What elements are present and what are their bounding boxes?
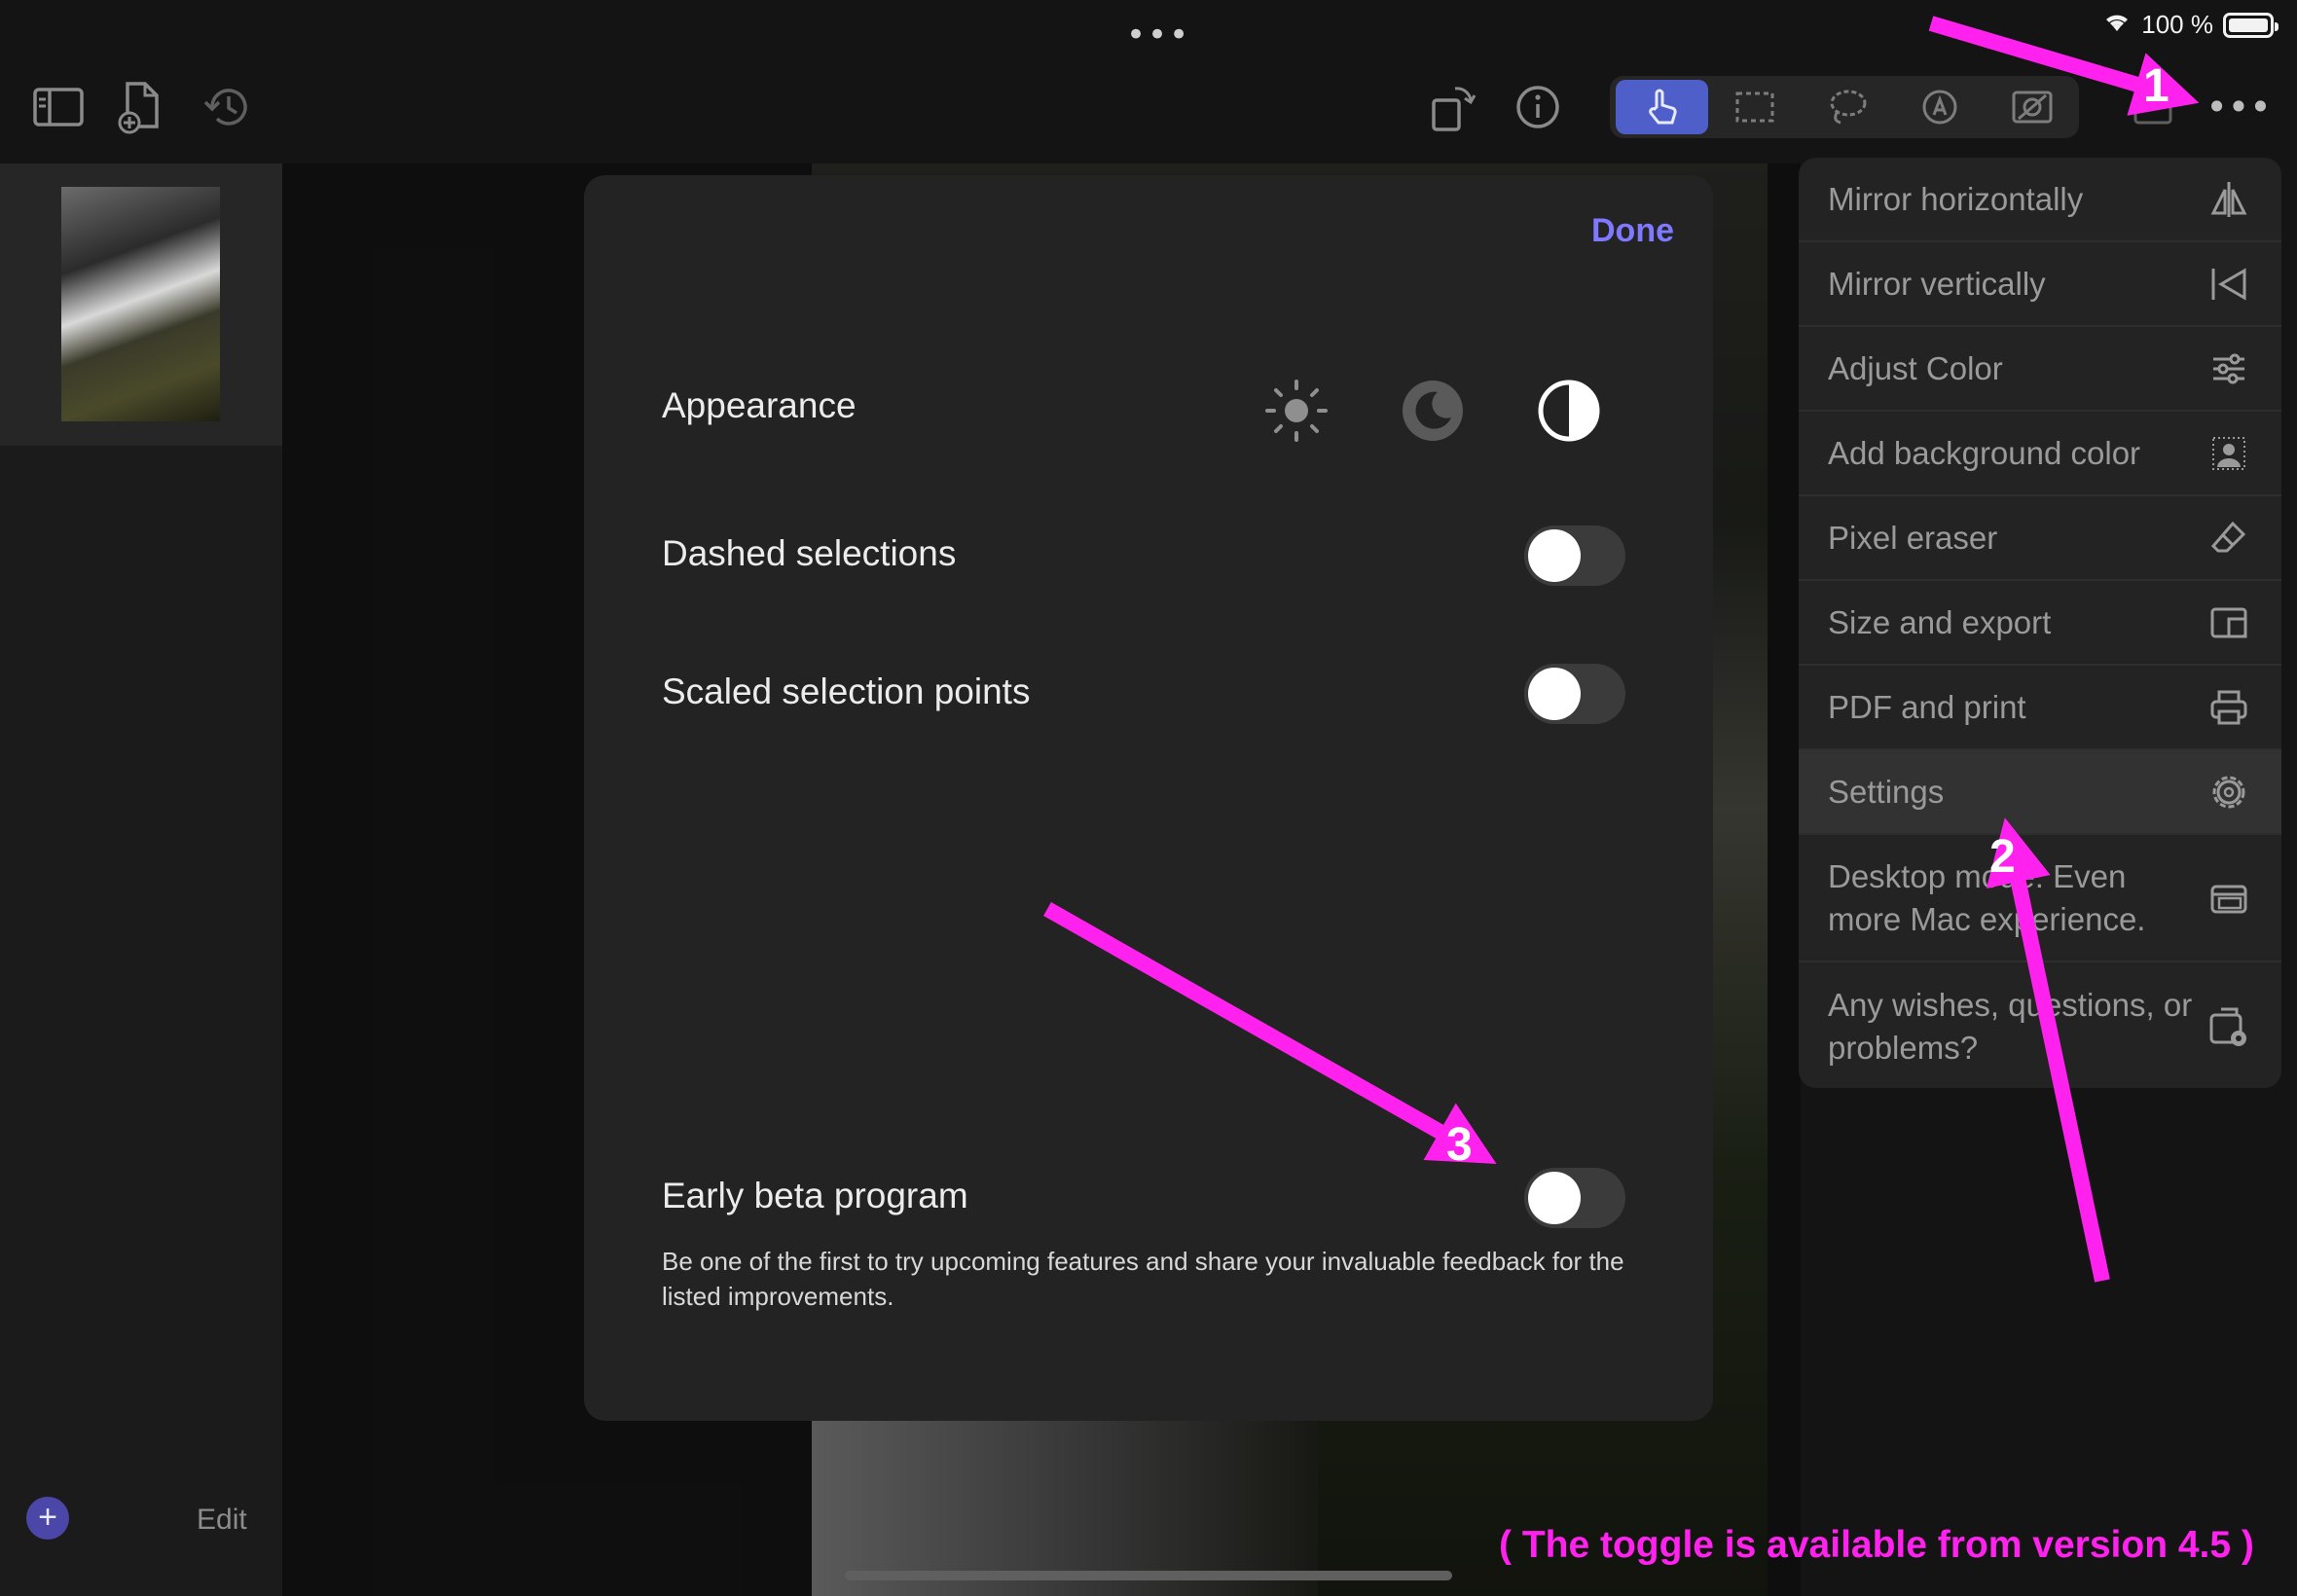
battery-icon <box>2223 12 2279 38</box>
rect-select-icon[interactable] <box>1708 80 1801 134</box>
new-document-icon[interactable] <box>112 78 170 136</box>
tool-selector <box>1610 76 2079 138</box>
info-icon[interactable] <box>1509 78 1567 136</box>
menu-item-size-and-export[interactable]: Size and export <box>1799 581 2281 666</box>
menu-item-mirror-horizontally[interactable]: Mirror horizontally <box>1799 158 2281 242</box>
dashed-selections-label: Dashed selections <box>662 533 957 573</box>
wifi-icon <box>2102 10 2132 40</box>
gear-icon <box>2207 771 2250 814</box>
layout-icon[interactable] <box>2124 78 2182 136</box>
markup-icon[interactable] <box>1894 80 1987 134</box>
beta-program-toggle[interactable] <box>1524 1168 1625 1228</box>
rotate-icon[interactable] <box>1426 78 1484 136</box>
touch-tool-icon[interactable] <box>1616 80 1709 134</box>
dashed-selections-toggle[interactable] <box>1524 526 1625 586</box>
beta-program-description: Be one of the first to try upcoming feat… <box>662 1247 1624 1311</box>
status-bar-right: 100 % <box>2102 10 2279 40</box>
menu-item-mirror-vertically[interactable]: Mirror vertically <box>1799 242 2281 327</box>
battery-percent: 100 % <box>2141 10 2213 39</box>
mirror-horizontal-icon <box>2207 178 2250 221</box>
canvas-scrollbar[interactable] <box>845 1571 1452 1580</box>
background-person-icon <box>2207 432 2250 475</box>
more-menu: Mirror horizontally Mirror vertically Ad… <box>1799 158 2281 1088</box>
menu-item-pixel-eraser[interactable]: Pixel eraser <box>1799 496 2281 581</box>
toggle-knob <box>1528 529 1581 582</box>
history-icon[interactable] <box>200 78 258 136</box>
menu-item-settings[interactable]: Settings <box>1799 750 2281 835</box>
sliders-icon <box>2207 347 2250 390</box>
appearance-selector <box>1256 370 1610 452</box>
menu-item-add-background-color[interactable]: Add background color <box>1799 412 2281 496</box>
menu-item-feedback[interactable]: Any wishes, questions, or problems? <box>1799 962 2281 1088</box>
page-thumbnail-cell[interactable] <box>0 163 282 446</box>
image-adjust-icon[interactable] <box>1987 80 2079 134</box>
scaled-points-toggle[interactable] <box>1524 664 1625 724</box>
menu-item-desktop-mode[interactable]: Desktop mode: Even more Mac experience. <box>1799 835 2281 962</box>
settings-dialog: Done Appearance Dashed selections Scaled… <box>584 175 1713 1421</box>
printer-icon <box>2207 686 2250 729</box>
toggle-knob <box>1528 668 1581 720</box>
desktop-window-icon <box>2207 877 2250 920</box>
toggle-knob <box>1528 1172 1581 1224</box>
add-page-button[interactable]: + <box>26 1497 69 1540</box>
page-sidebar <box>0 163 282 1596</box>
version-annotation: ( The toggle is available from version 4… <box>1499 1524 2254 1566</box>
beta-program-label: Early beta program <box>662 1176 968 1215</box>
edit-button[interactable]: Edit <box>197 1504 247 1537</box>
page-thumbnail[interactable] <box>61 187 220 421</box>
feedback-icon <box>2207 1005 2250 1048</box>
eraser-icon <box>2207 517 2250 560</box>
dark-mode-icon[interactable] <box>1392 370 1474 452</box>
toolbar: ••• <box>0 58 2297 156</box>
sidebar-toggle-icon[interactable] <box>29 78 88 136</box>
more-menu-button[interactable]: ••• <box>2206 78 2271 136</box>
multitasking-dots[interactable]: ••• <box>1126 16 1190 54</box>
appearance-label: Appearance <box>662 385 857 425</box>
done-button[interactable]: Done <box>1591 212 1674 250</box>
scaled-points-label: Scaled selection points <box>662 671 1031 711</box>
light-mode-icon[interactable] <box>1256 370 1337 452</box>
auto-mode-icon[interactable] <box>1528 370 1610 452</box>
resize-icon <box>2207 601 2250 644</box>
lasso-icon[interactable] <box>1801 80 1893 134</box>
menu-item-pdf-and-print[interactable]: PDF and print <box>1799 666 2281 750</box>
mirror-vertical-icon <box>2207 263 2250 306</box>
menu-item-adjust-color[interactable]: Adjust Color <box>1799 327 2281 412</box>
